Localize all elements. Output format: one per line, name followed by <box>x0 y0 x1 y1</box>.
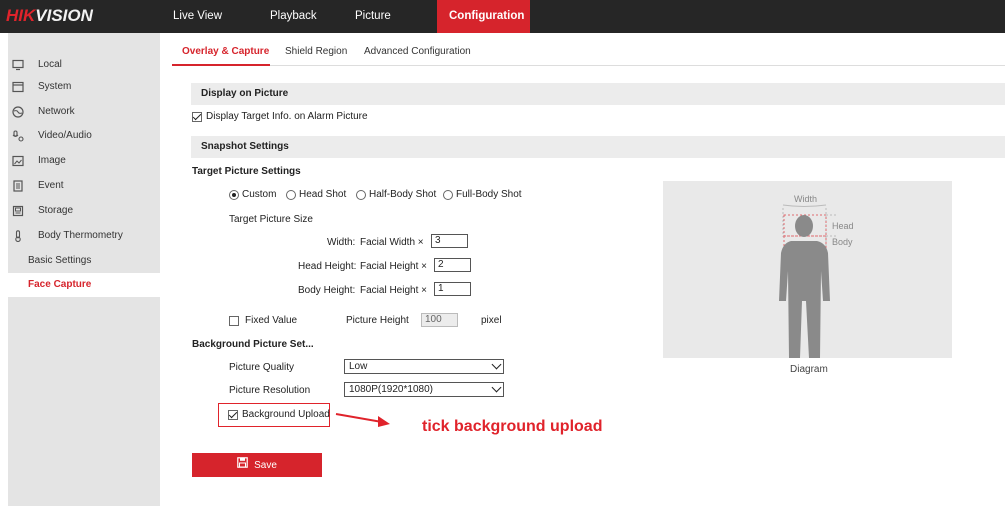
display-target-info-checkbox[interactable] <box>192 112 202 122</box>
picture-height-input[interactable]: 100 <box>421 313 458 327</box>
nav-live-view[interactable]: Live View <box>161 0 234 33</box>
config-sidebar: Local System Network Video/Audio Image E… <box>8 33 160 506</box>
body-height-label: Body Height: <box>298 285 356 296</box>
picture-resolution-select[interactable]: 1080P(1920*1080) <box>344 382 504 397</box>
chevron-down-icon <box>491 359 502 370</box>
sidebar-subitem-face-capture[interactable]: Face Capture <box>8 273 160 297</box>
nav-playback[interactable]: Playback <box>258 0 329 33</box>
tab-shield-region[interactable]: Shield Region <box>285 46 347 57</box>
active-tab-indicator <box>172 64 270 66</box>
section-header-display-on-picture: Display on Picture <box>191 83 1005 105</box>
sidebar-subitem-basic-settings[interactable]: Basic Settings <box>8 249 160 273</box>
head-height-label: Head Height: <box>298 261 357 272</box>
tab-overlay-capture[interactable]: Overlay & Capture <box>182 46 269 57</box>
pixel-unit-label: pixel <box>481 315 502 326</box>
sidebar-item-network[interactable]: Network <box>8 100 160 124</box>
body-height-unit: Facial Height × <box>360 285 427 296</box>
radio-full-body-shot[interactable] <box>443 190 453 200</box>
radio-head-shot-label: Head Shot <box>299 189 347 200</box>
fixed-value-label: Fixed Value <box>245 315 298 326</box>
image-icon <box>12 155 24 167</box>
nav-picture[interactable]: Picture <box>343 0 403 33</box>
radio-half-body-shot[interactable] <box>356 190 366 200</box>
background-upload-checkbox[interactable] <box>228 410 238 420</box>
target-picture-size-label: Target Picture Size <box>229 214 313 225</box>
width-label: Width: <box>327 237 356 248</box>
diagram-width-label: Width <box>794 194 817 204</box>
head-height-multiplier-input[interactable]: 2 <box>434 258 471 272</box>
sidebar-item-storage[interactable]: Storage <box>8 199 160 223</box>
storage-icon <box>12 205 24 217</box>
radio-head-shot[interactable] <box>286 190 296 200</box>
chevron-down-icon <box>491 382 502 393</box>
sidebar-item-video-audio[interactable]: Video/Audio <box>8 124 160 148</box>
annotation-arrow-icon <box>335 413 390 427</box>
display-target-info-label: Display Target Info. on Alarm Picture <box>206 111 368 122</box>
config-tabs: Overlay & Capture Shield Region Advanced… <box>172 36 1005 66</box>
width-unit: Facial Width × <box>360 237 424 248</box>
tab-advanced-configuration[interactable]: Advanced Configuration <box>364 46 471 57</box>
floppy-disk-icon <box>237 453 248 477</box>
background-picture-heading: Background Picture Set... <box>192 339 314 350</box>
event-icon <box>12 180 24 192</box>
picture-height-label: Picture Height <box>346 315 409 326</box>
radio-custom-label: Custom <box>242 189 277 200</box>
hikvision-logo: HIKVISION <box>6 6 93 25</box>
target-picture-settings-heading: Target Picture Settings <box>192 166 301 177</box>
picture-resolution-label: Picture Resolution <box>229 385 311 396</box>
globe-icon <box>12 106 24 118</box>
nav-configuration[interactable]: Configuration <box>437 0 530 33</box>
monitor-icon <box>12 59 24 71</box>
picture-quality-label: Picture Quality <box>229 362 295 373</box>
diagram-caption: Diagram <box>790 364 828 375</box>
sidebar-item-body-thermometry[interactable]: Body Thermometry <box>8 224 160 248</box>
top-navigation-bar: HIKVISION Live View Playback Picture Con… <box>0 0 1005 33</box>
radio-full-body-shot-label: Full-Body Shot <box>456 189 522 200</box>
radio-custom[interactable] <box>229 190 239 200</box>
section-header-snapshot-settings: Snapshot Settings <box>191 136 1005 158</box>
system-icon <box>12 81 24 93</box>
video-audio-icon <box>12 130 24 142</box>
head-height-unit: Facial Height × <box>360 261 427 272</box>
background-upload-label: Background Upload <box>242 409 330 420</box>
sidebar-item-local[interactable]: Local <box>8 53 160 77</box>
picture-quality-select[interactable]: Low <box>344 359 504 374</box>
body-height-multiplier-input[interactable]: 1 <box>434 282 471 296</box>
save-button[interactable]: Save <box>192 453 322 477</box>
capture-diagram: Width Head Body <box>663 181 952 358</box>
person-silhouette-icon: Width Head Body <box>779 194 854 358</box>
annotation-text: tick background upload <box>422 418 603 435</box>
fixed-value-checkbox[interactable] <box>229 316 239 326</box>
sidebar-item-image[interactable]: Image <box>8 149 160 173</box>
diagram-head-label: Head <box>832 221 854 231</box>
sidebar-item-system[interactable]: System <box>8 75 160 99</box>
radio-half-body-shot-label: Half-Body Shot <box>369 189 437 200</box>
diagram-body-label: Body <box>832 237 853 247</box>
width-multiplier-input[interactable]: 3 <box>431 234 468 248</box>
sidebar-item-event[interactable]: Event <box>8 174 160 198</box>
thermometer-icon <box>12 230 24 243</box>
